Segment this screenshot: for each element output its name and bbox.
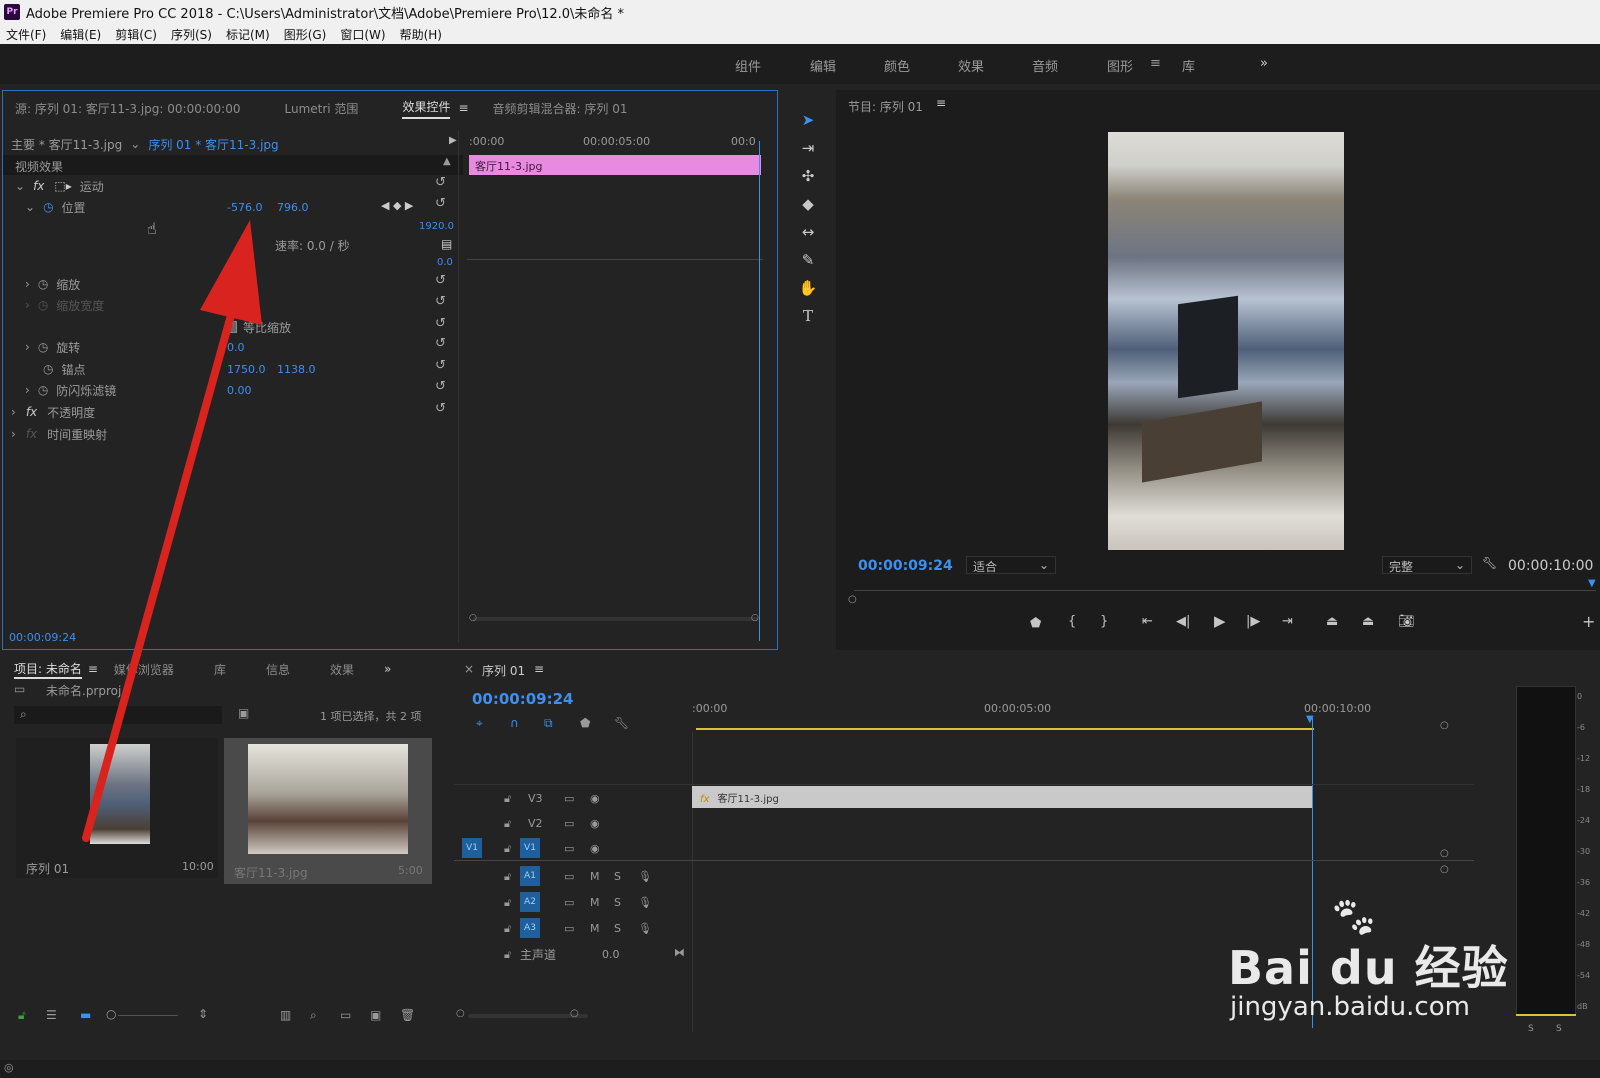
watermark-url: jingyan.baidu.com <box>1230 992 1470 1022</box>
watermark-brand: Bai du 经验 <box>1228 941 1509 995</box>
baidu-watermark: 🐾︎ Bai du 经验 jingyan.baidu.com <box>1228 895 1588 1028</box>
